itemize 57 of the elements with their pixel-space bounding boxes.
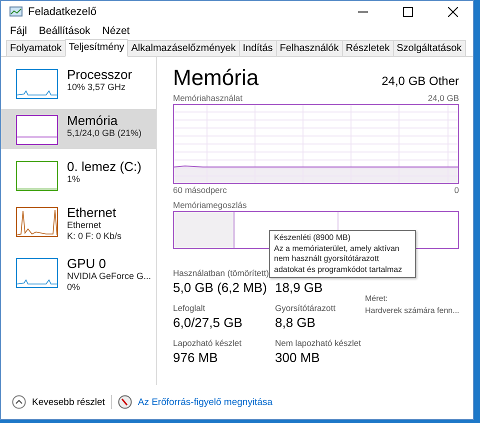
stat-value: 18,9 GB: [275, 279, 324, 297]
tab[interactable]: Alkalmazáselőzmények: [127, 40, 240, 56]
stat-label: Lefoglalt: [173, 302, 206, 314]
menu-item[interactable]: Beállítások: [38, 25, 90, 37]
less-details-button[interactable]: Kevesebb részlet: [32, 396, 105, 408]
sidebar-item[interactable]: Ethernet Ethernet K: 0 F: 0 Kb/s: [1, 201, 156, 246]
resource-name: Ethernet: [67, 205, 118, 220]
menu-item[interactable]: Fájl: [10, 25, 27, 37]
tab[interactable]: Indítás: [238, 40, 277, 56]
sidebar-item[interactable]: Processzor 10% 3,57 GHz: [1, 63, 156, 103]
resource-name: Memória: [67, 113, 119, 128]
resource-name: 0. lemez (C:): [67, 159, 142, 174]
composition-label: Memóriamegoszlás: [173, 200, 247, 211]
stat-value: 5,0 GB (6,2 MB): [173, 279, 268, 297]
resource-detail: 1%: [67, 174, 82, 185]
chevron-up-icon[interactable]: [12, 395, 26, 409]
stat-label: Lapozható készlet: [173, 337, 243, 349]
resource-name: Processzor: [67, 67, 132, 82]
stat-value: 976 MB: [173, 349, 219, 367]
stat-label: Használatban (tömörített): [173, 267, 270, 279]
graph-min-label: 0: [454, 185, 459, 196]
gauge-icon: [118, 395, 132, 409]
resource-detail: NVIDIA GeForce G...: [67, 271, 152, 282]
sidebar-item[interactable]: GPU 0 NVIDIA GeForce G... 0%: [1, 252, 156, 297]
window-title: Feladatkezelő: [28, 6, 98, 18]
menu-item[interactable]: Nézet: [102, 25, 130, 37]
graph-max-label: 24,0 GB: [428, 93, 459, 104]
stat-value: 6,0/27,5 GB: [173, 314, 244, 332]
stat-value: 8,8 GB: [275, 314, 316, 332]
resource-detail: 10% 3,57 GHz: [67, 82, 127, 93]
stat-value: 300 MB: [275, 349, 321, 367]
close-icon[interactable]: [448, 7, 458, 17]
maximize-icon[interactable]: [403, 7, 413, 17]
time-span-label: 60 másodperc: [173, 185, 227, 196]
stat-label: Gyorsítótárazott: [275, 302, 336, 314]
capacity-text: 24,0 GB Other: [382, 74, 459, 90]
resource-detail: Ethernet: [67, 220, 102, 231]
tooltip-title: Készenléti (8900 MB): [274, 233, 352, 244]
detail-label: Méret:: [365, 293, 389, 305]
resource-detail: 0%: [67, 282, 82, 293]
graph-label: Memóriahasználat: [173, 93, 242, 104]
app-icon: [9, 6, 23, 18]
tab[interactable]: Folyamatok: [6, 40, 66, 56]
resource-detail: K: 0 F: 0 Kb/s: [67, 231, 122, 242]
sidebar-item[interactable]: Memória 5,1/24,0 GB (21%): [1, 109, 156, 149]
tab[interactable]: Teljesítmény: [64, 39, 128, 57]
tab[interactable]: Felhasználók: [276, 40, 343, 56]
resource-monitor-link[interactable]: Az Erőforrás-figyelő megnyitása: [138, 396, 273, 408]
resource-detail: 5,1/24,0 GB (21%): [67, 128, 142, 139]
page-title: Memória: [173, 65, 259, 91]
tab[interactable]: Szolgáltatások: [392, 40, 466, 56]
detail-label: Hardverek számára fenn...: [365, 305, 460, 317]
tab[interactable]: Részletek: [342, 40, 394, 56]
resource-name: GPU 0: [67, 256, 108, 271]
stat-label: Nem lapozható készlet: [275, 337, 362, 349]
sidebar-item[interactable]: 0. lemez (C:) 1%: [1, 155, 156, 195]
tooltip-text: Az a memóriaterület, amely aktívan nem használt gyorsítótárazott adatokat és programkódot tartalmaz: [274, 244, 404, 275]
